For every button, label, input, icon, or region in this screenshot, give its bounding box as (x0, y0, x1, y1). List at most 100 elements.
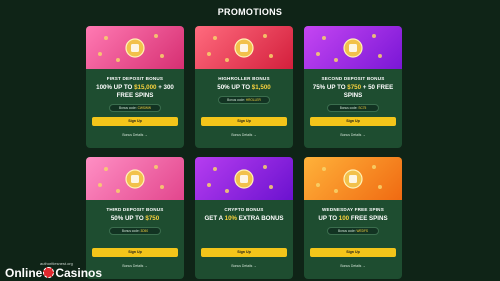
logo-word-casinos: Casinos (55, 266, 103, 280)
sparkle-icon (154, 34, 158, 38)
bonus-details-link[interactable]: Bonus Details → (195, 264, 293, 268)
sparkle-icon (316, 52, 320, 56)
sign-up-button[interactable]: Sign Up (201, 117, 287, 126)
promo-banner (195, 157, 293, 200)
golden-chips-icon (125, 168, 145, 189)
sparkle-icon (269, 54, 273, 58)
sparkle-icon (316, 183, 320, 187)
promo-title: THIRD DEPOSIT BONUS (106, 207, 164, 212)
logo-text: Online Casinos (5, 266, 102, 280)
promo-offer: UP TO 100 FREE SPINS (304, 215, 402, 223)
bonus-code-value: 3D50 (140, 229, 149, 233)
sparkle-icon (334, 58, 338, 62)
sparkle-icon (160, 54, 164, 58)
sign-up-button[interactable]: Sign Up (310, 248, 396, 257)
promo-title: CRYPTO BONUS (224, 207, 264, 212)
sparkle-icon (98, 183, 102, 187)
bonus-code-pill[interactable]: Bonus code: SC75 (327, 104, 379, 112)
bonus-code-pill[interactable]: Bonus code: CWSWW (109, 104, 161, 112)
cards-icon (343, 37, 363, 58)
promo-banner (304, 26, 402, 69)
offer-text: 50% UP TO (217, 84, 252, 91)
offer-highlight: $750 (145, 215, 160, 222)
promo-offer: 50% UP TO $750 (86, 215, 184, 223)
promo-card: SECOND DEPOSIT BONUS 75% UP TO $750 + 50 … (304, 26, 402, 148)
promo-offer: 100% UP TO $15,000 + 300 FREE SPINS (86, 84, 184, 100)
bonus-code-pill[interactable]: Bonus code: HROLLER (218, 96, 270, 104)
offer-text: UP TO (318, 215, 339, 222)
offer-highlight: $1,500 (251, 84, 271, 91)
bonus-details-link[interactable]: Bonus Details → (195, 133, 293, 137)
sparkle-icon (372, 34, 376, 38)
sparkle-icon (104, 167, 108, 171)
sparkle-icon (334, 189, 338, 193)
sign-up-button[interactable]: Sign Up (92, 248, 178, 257)
bonus-details-link[interactable]: Bonus Details → (86, 133, 184, 137)
sparkle-icon (225, 189, 229, 193)
bonus-code-pill[interactable]: Bonus code: WEDFS (327, 227, 379, 235)
golden-slot-icon (125, 37, 145, 58)
casino-chip-icon (43, 267, 55, 278)
site-logo[interactable]: authoritiesnest.org Online Casinos (5, 261, 135, 281)
logo-word-online: Online (5, 266, 43, 280)
crypto-coin-icon (234, 168, 254, 189)
sparkle-icon (378, 54, 382, 58)
offer-highlight: 10% (224, 215, 238, 222)
promo-title: FIRST DEPOSIT BONUS (106, 76, 164, 81)
bonus-code-value: HROLLER (245, 98, 261, 102)
sparkle-icon (213, 167, 217, 171)
sparkle-icon (160, 185, 164, 189)
sparkle-icon (207, 52, 211, 56)
sign-up-button[interactable]: Sign Up (92, 117, 178, 126)
bonus-code-label: Bonus code: (339, 106, 359, 110)
promo-card: WEDNESDAY FREE SPINS UP TO 100 FREE SPINS… (304, 157, 402, 279)
bonus-code-value: CWSWW (137, 106, 152, 110)
free-spins-icon (343, 168, 363, 189)
golden-dice-icon (234, 37, 254, 58)
offer-text: EXTRA BONUS (237, 215, 284, 222)
promo-offer: 75% UP TO $750 + 50 FREE SPINS (304, 84, 402, 100)
offer-highlight: 100 (338, 215, 350, 222)
bonus-code-label: Bonus code: (227, 98, 246, 102)
page-title: PROMOTIONS (217, 7, 283, 17)
promo-banner (195, 26, 293, 69)
sparkle-icon (322, 167, 326, 171)
offer-highlight: $750 (347, 84, 362, 91)
bonus-code-pill[interactable]: Bonus code: 3D50 (109, 227, 161, 235)
promo-card: HIGHROLLER BONUS 50% UP TO $1,500 Bonus co… (195, 26, 293, 148)
bonus-code-label: Bonus code: (118, 106, 138, 110)
offer-text: GET A (204, 215, 225, 222)
sparkle-icon (98, 52, 102, 56)
promo-banner (304, 157, 402, 200)
promo-title: SECOND DEPOSIT BONUS (321, 76, 385, 81)
bonus-code-value: WEDFS (356, 229, 369, 233)
sparkle-icon (269, 185, 273, 189)
offer-text: 100% UP TO (96, 84, 135, 91)
sparkle-icon (116, 189, 120, 193)
sign-up-button[interactable]: Sign Up (310, 117, 396, 126)
sparkle-icon (207, 183, 211, 187)
sign-up-button[interactable]: Sign Up (201, 248, 287, 257)
sparkle-icon (225, 58, 229, 62)
sparkle-icon (322, 36, 326, 40)
sparkle-icon (263, 34, 267, 38)
promo-title: WEDNESDAY FREE SPINS (322, 207, 384, 212)
bonus-details-link[interactable]: Bonus Details → (304, 264, 402, 268)
offer-highlight: $15,000 (134, 84, 157, 91)
promo-offer: GET A 10% EXTRA BONUS (195, 215, 293, 223)
offer-text: 50% UP TO (110, 215, 146, 222)
sparkle-icon (116, 58, 120, 62)
sparkle-icon (372, 165, 376, 169)
bonus-details-link[interactable]: Bonus Details → (304, 133, 402, 137)
sparkle-icon (154, 165, 158, 169)
sparkle-icon (213, 36, 217, 40)
promo-card: FIRST DEPOSIT BONUS 100% UP TO $15,000 + … (86, 26, 184, 148)
sparkle-icon (263, 165, 267, 169)
offer-text: 75% UP TO (312, 84, 348, 91)
bonus-code-label: Bonus code: (337, 229, 357, 233)
sparkle-icon (104, 36, 108, 40)
offer-text: FREE SPINS (349, 215, 388, 222)
sparkle-icon (378, 185, 382, 189)
promotions-grid: FIRST DEPOSIT BONUS 100% UP TO $15,000 + … (86, 26, 406, 279)
promo-banner (86, 157, 184, 200)
